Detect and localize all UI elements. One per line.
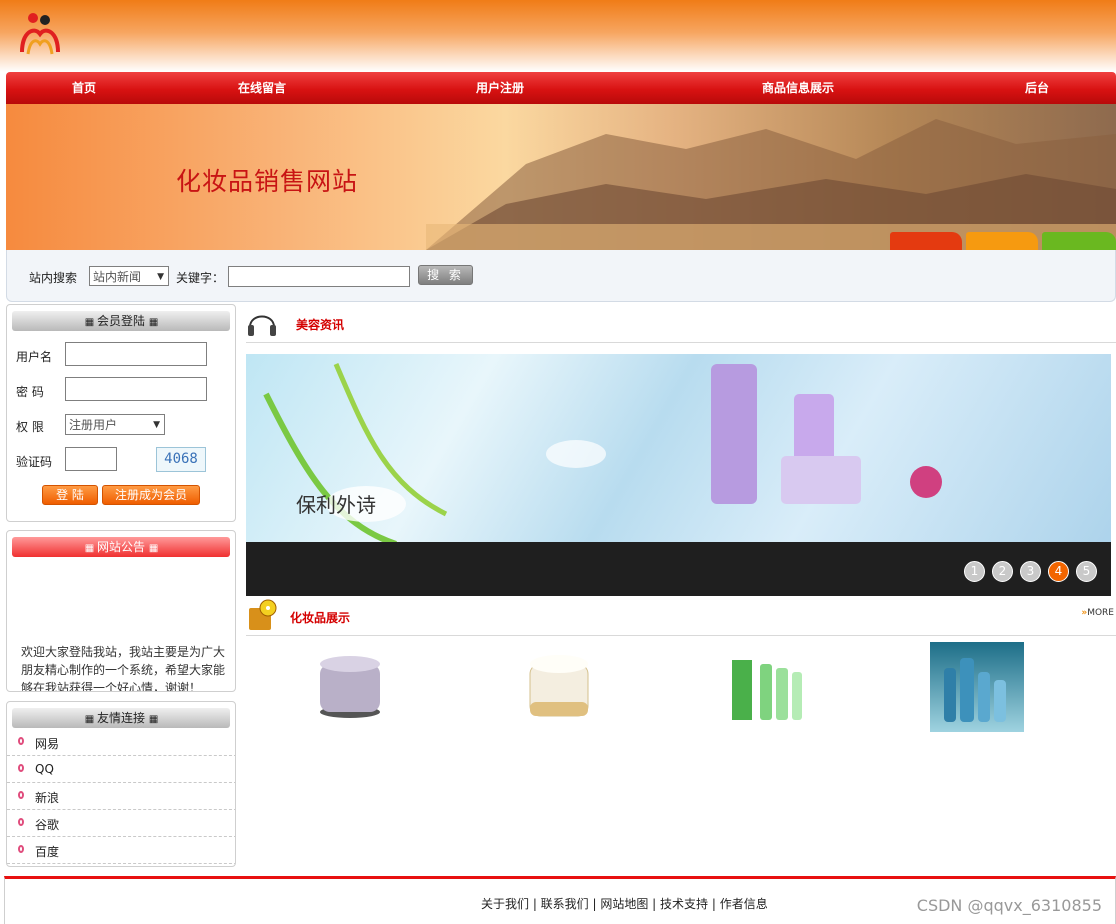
slide-page-1[interactable]: 1	[964, 561, 985, 582]
links-title-text: 友情连接	[96, 711, 145, 725]
more-link[interactable]: »MORE	[1081, 608, 1114, 618]
nav-item-admin[interactable]: 后台	[1025, 72, 1049, 104]
bottle-set-image	[732, 660, 802, 720]
password-input[interactable]	[65, 377, 207, 401]
bullet-icon	[18, 845, 24, 853]
username-label: 用户名	[16, 350, 53, 364]
hero-banner: 化妆品销售网站	[6, 104, 1116, 250]
main-nav: 首页 在线留言 用户注册 商品信息展示 后台	[6, 72, 1116, 104]
products-section-header: 化妆品展示	[246, 596, 1116, 636]
notice-box: ▦ 网站公告 ▦ 欢迎大家登陆我站，我站主要是为广大朋友精心制作的一个系统，希望…	[6, 530, 236, 692]
product-thumbnail[interactable]	[930, 642, 1024, 732]
notice-box-title: ▦ 网站公告 ▦	[12, 537, 230, 557]
grid-icon: ▦	[84, 317, 95, 328]
search-button[interactable]: 搜 索	[418, 265, 473, 285]
site-title: 化妆品销售网站	[176, 167, 359, 196]
watermark: CSDN @qqvx_6310855	[916, 896, 1102, 915]
headphones-icon	[248, 315, 276, 336]
svg-text:保利外诗: 保利外诗	[296, 493, 376, 517]
news-section-title[interactable]: 美容资讯	[296, 316, 344, 333]
captcha-label: 验证码	[16, 455, 53, 469]
notice-text: 欢迎大家登陆我站，我站主要是为广大朋友精心制作的一个系统，希望大家能够在我站获得…	[21, 645, 226, 692]
top-header	[0, 0, 1116, 72]
news-slideshow[interactable]: 保利外诗 1 2 3 4 5	[246, 354, 1111, 596]
nav-item-products[interactable]: 商品信息展示	[762, 72, 834, 104]
login-button[interactable]: 登 陆	[42, 485, 98, 505]
product-thumbnail[interactable]	[512, 642, 608, 732]
links-box-title: ▦ 友情连接 ▦	[12, 708, 230, 728]
nav-item-message[interactable]: 在线留言	[238, 72, 286, 104]
friend-link-label: 谷歌	[35, 818, 60, 832]
slide-page-4[interactable]: 4	[1048, 561, 1069, 582]
login-title-text: 会员登陆	[96, 314, 145, 328]
keyword-label: 关键字：	[176, 271, 225, 285]
notice-title-text: 网站公告	[96, 540, 145, 554]
friend-link-item[interactable]: 谷歌	[7, 810, 235, 837]
logo-icon	[20, 13, 60, 55]
role-select[interactable]: 注册用户 ▼	[65, 414, 165, 435]
grid-icon: ▦	[84, 543, 95, 554]
login-box: ▦ 会员登陆 ▦ 用户名 密 码 权 限 注册用户 ▼ 验证码 4068 登 陆…	[6, 304, 236, 522]
search-category-select[interactable]: 站内新闻 ▼	[89, 266, 169, 286]
chevron-down-icon: ▼	[157, 272, 164, 282]
slide-page-5[interactable]: 5	[1076, 561, 1097, 582]
banner-tab-red	[890, 232, 962, 250]
footer-links[interactable]: 关于我们 | 联系我们 | 网站地图 | 技术支持 | 作者信息	[481, 895, 768, 912]
friend-link-item[interactable]: 网易	[7, 729, 235, 756]
bullet-icon	[18, 737, 24, 745]
register-button[interactable]: 注册成为会员	[102, 485, 200, 505]
grid-icon: ▦	[148, 543, 159, 554]
friend-link-item[interactable]: 新浪	[7, 783, 235, 810]
products-section-title[interactable]: 化妆品展示	[290, 609, 350, 626]
captcha-input[interactable]	[65, 447, 117, 471]
search-label: 站内搜索	[29, 271, 78, 285]
banner-tab-orange	[966, 232, 1038, 250]
product-thumbnail[interactable]	[718, 642, 814, 732]
grid-icon: ▦	[148, 714, 159, 725]
search-bar: 站内搜索 站内新闻 ▼ 关键字： 搜 索	[6, 250, 1116, 302]
bullet-icon	[18, 791, 24, 799]
friend-link-label: 新浪	[35, 791, 60, 805]
more-text: MORE	[1087, 608, 1114, 618]
friend-link-item[interactable]: QQ	[7, 756, 235, 783]
nav-item-register[interactable]: 用户注册	[476, 72, 524, 104]
friend-link-label: 百度	[35, 845, 60, 859]
mountain-image	[426, 119, 1116, 250]
friend-link-item[interactable]: 百度	[7, 837, 235, 864]
keyword-input[interactable]	[228, 266, 410, 287]
bullet-icon	[18, 764, 24, 772]
news-section-header: 美容资讯	[246, 303, 1116, 343]
grid-icon: ▦	[148, 317, 159, 328]
nav-item-home[interactable]: 首页	[72, 72, 96, 104]
role-select-value: 注册用户	[69, 418, 118, 432]
password-label: 密 码	[16, 385, 44, 399]
slide-page-2[interactable]: 2	[992, 561, 1013, 582]
search-category-value: 站内新闻	[93, 270, 142, 284]
grid-icon: ▦	[84, 714, 95, 725]
slide-page-3[interactable]: 3	[1020, 561, 1041, 582]
product-thumbnail[interactable]	[304, 642, 400, 732]
cream-jar-image	[320, 656, 380, 718]
login-box-title: ▦ 会员登陆 ▦	[12, 311, 230, 331]
bullet-icon	[18, 818, 24, 826]
friend-links-box: ▦ 友情连接 ▦ 网易 QQ 新浪 谷歌 百度	[6, 701, 236, 867]
chevron-down-icon: ▼	[153, 420, 160, 430]
bottle-set-image	[944, 658, 1006, 722]
banner-tab-green	[1042, 232, 1116, 250]
username-input[interactable]	[65, 342, 207, 366]
cream-jar-image	[529, 655, 589, 717]
captcha-image[interactable]: 4068	[156, 447, 206, 472]
book-cd-icon	[249, 599, 277, 630]
role-label: 权 限	[16, 420, 44, 434]
friend-link-label: 网易	[35, 737, 60, 751]
friend-link-label: QQ	[35, 762, 54, 776]
